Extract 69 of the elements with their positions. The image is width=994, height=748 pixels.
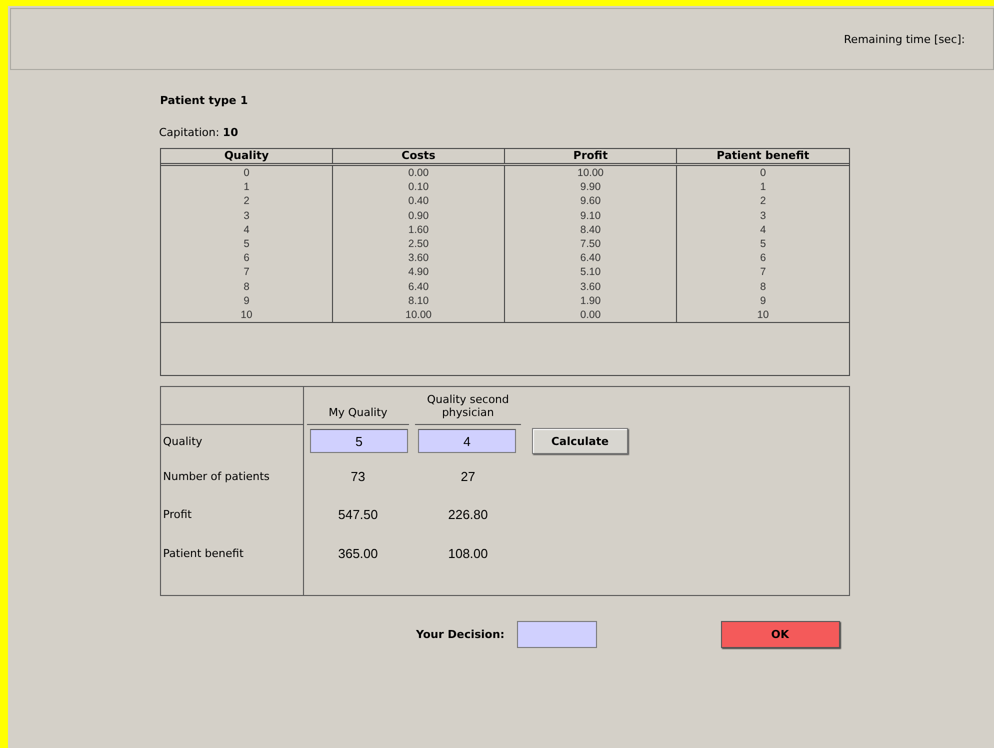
table-cell-text: 3 xyxy=(242,208,250,223)
table-cell-text: 5 xyxy=(242,236,250,252)
table-cell-text: 4 xyxy=(242,222,250,237)
table-cell-text: 10.00 xyxy=(404,308,433,322)
table-cell-text: 9.10 xyxy=(579,208,602,223)
decision-label: Your Decision: xyxy=(416,628,505,641)
table-cell-text: 5.10 xyxy=(579,265,602,280)
table-cell-text: 6.40 xyxy=(579,251,602,266)
table-cell-text: 10 xyxy=(756,308,770,322)
table-cell-text: 9.90 xyxy=(579,180,602,194)
table-cell-text: 6 xyxy=(242,251,250,266)
column-header: Quality second physician xyxy=(415,387,521,426)
table-cell-text: 2 xyxy=(242,194,250,209)
result-value: 108.00 xyxy=(448,546,488,561)
table-cell-text: 0 xyxy=(242,166,250,180)
column-header: Profit xyxy=(505,149,677,163)
calculate-button[interactable]: Calculate xyxy=(532,428,628,454)
table-cell-text: 7 xyxy=(242,265,250,280)
table-cell-text: 6.40 xyxy=(407,280,430,294)
table-cell-text: 1 xyxy=(759,180,767,194)
patient-type-title: Patient type 1 xyxy=(160,94,249,107)
column-header: Patient benefit xyxy=(716,149,810,163)
result-value: 226.80 xyxy=(448,506,488,522)
table-cell-text: 0.40 xyxy=(407,194,430,209)
result-value: 547.50 xyxy=(338,506,378,522)
quality-input[interactable]: 5 xyxy=(310,429,408,454)
table-cell-text: 10.00 xyxy=(576,166,605,180)
table-cell-text: 8.40 xyxy=(579,222,602,237)
table-cell-text: 1.60 xyxy=(407,222,430,237)
column-header: My Quality xyxy=(307,387,409,426)
table-cell-text: 0 xyxy=(759,166,767,180)
column-header: Quality xyxy=(161,149,333,163)
table-cell-text: 2 xyxy=(759,194,767,209)
ok-button[interactable]: OK xyxy=(720,620,840,648)
row-label: Number of patients xyxy=(163,470,270,483)
quality-input[interactable]: 4 xyxy=(418,429,516,454)
row-label: Profit xyxy=(163,508,192,521)
table-cell-text: 5 xyxy=(759,236,767,252)
table-cell-text: 9.60 xyxy=(579,194,602,209)
table-cell-text: 1 xyxy=(242,180,250,194)
table-cell-text: 4.90 xyxy=(407,265,430,280)
table-cell-text: 6 xyxy=(759,251,767,266)
table-cell-text: 8 xyxy=(759,280,767,294)
table-cell-text: 9 xyxy=(242,294,250,308)
column-header: Costs xyxy=(333,149,505,163)
table-cell-text: 2.50 xyxy=(407,236,430,252)
remaining-time-label: Remaining time [sec]: xyxy=(844,32,965,46)
table-cell-text: 0.00 xyxy=(579,308,602,322)
table-cell-text: 3 xyxy=(759,208,767,223)
row-label: Quality xyxy=(163,434,202,448)
table-cell-text: 1.90 xyxy=(579,294,602,308)
table-cell-text: 7 xyxy=(759,265,767,280)
capitation-text: Capitation: 10 xyxy=(159,126,240,139)
table-cell-text: 8.10 xyxy=(407,294,430,308)
table-cell-text: 0.10 xyxy=(407,180,430,194)
row-label: Patient benefit xyxy=(163,546,244,560)
table-cell-text: 8 xyxy=(242,280,250,294)
result-value: 365.00 xyxy=(338,546,378,561)
table-cell-text: 0.90 xyxy=(407,208,430,223)
table-cell-text: 0.00 xyxy=(407,166,430,180)
table-cell-text: 7.50 xyxy=(579,236,602,252)
decision-input[interactable] xyxy=(516,620,597,648)
table-cell-text: 3.60 xyxy=(407,251,430,266)
table-cell-text: 9 xyxy=(759,294,767,308)
result-value: 73 xyxy=(350,468,366,484)
table-cell-text: 10 xyxy=(240,308,254,322)
table-cell-text: 3.60 xyxy=(579,280,602,294)
result-value: 27 xyxy=(460,468,476,484)
table-cell-text: 4 xyxy=(759,222,767,237)
